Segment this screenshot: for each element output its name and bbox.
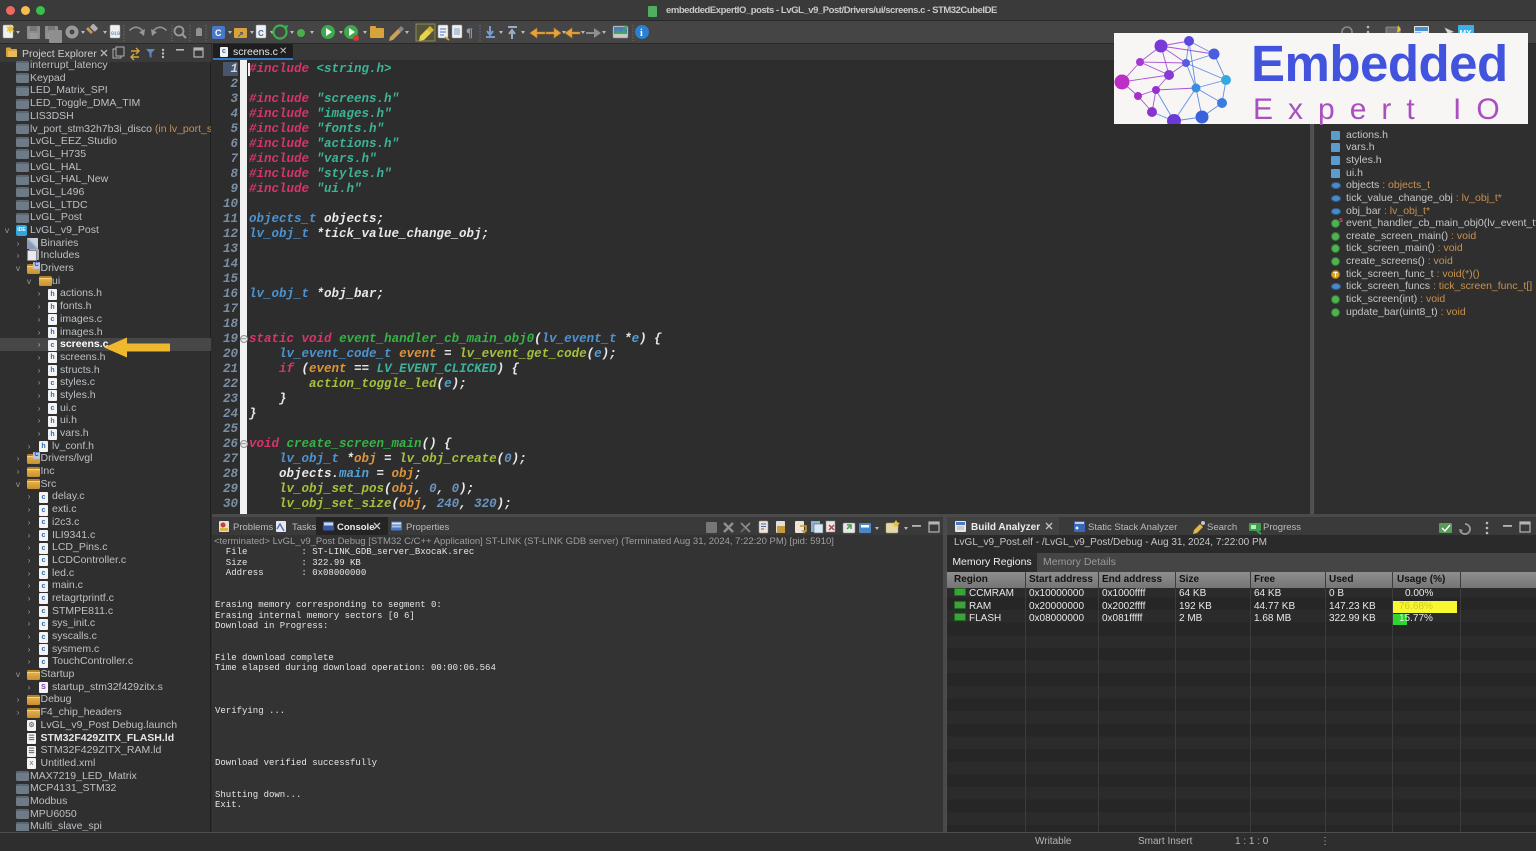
svg-text:C: C <box>215 28 222 38</box>
svg-text:↗: ↗ <box>237 30 244 39</box>
svg-text:Build Analyzer: Build Analyzer <box>971 522 1040 533</box>
svg-text:Progress: Progress <box>1263 522 1301 533</box>
svg-text:Tasks: Tasks <box>292 522 317 533</box>
svg-text:Search: Search <box>1207 522 1237 533</box>
svg-text:i: i <box>640 28 643 39</box>
svg-text:Static Stack Analyzer: Static Stack Analyzer <box>1088 522 1177 533</box>
svg-text:Console: Console <box>337 522 374 533</box>
svg-text:Problems: Problems <box>233 522 273 533</box>
svg-text:Properties: Properties <box>406 522 450 533</box>
svg-text:010: 010 <box>111 31 120 37</box>
svg-text:C: C <box>258 29 264 38</box>
svg-text:¶: ¶ <box>466 25 473 40</box>
